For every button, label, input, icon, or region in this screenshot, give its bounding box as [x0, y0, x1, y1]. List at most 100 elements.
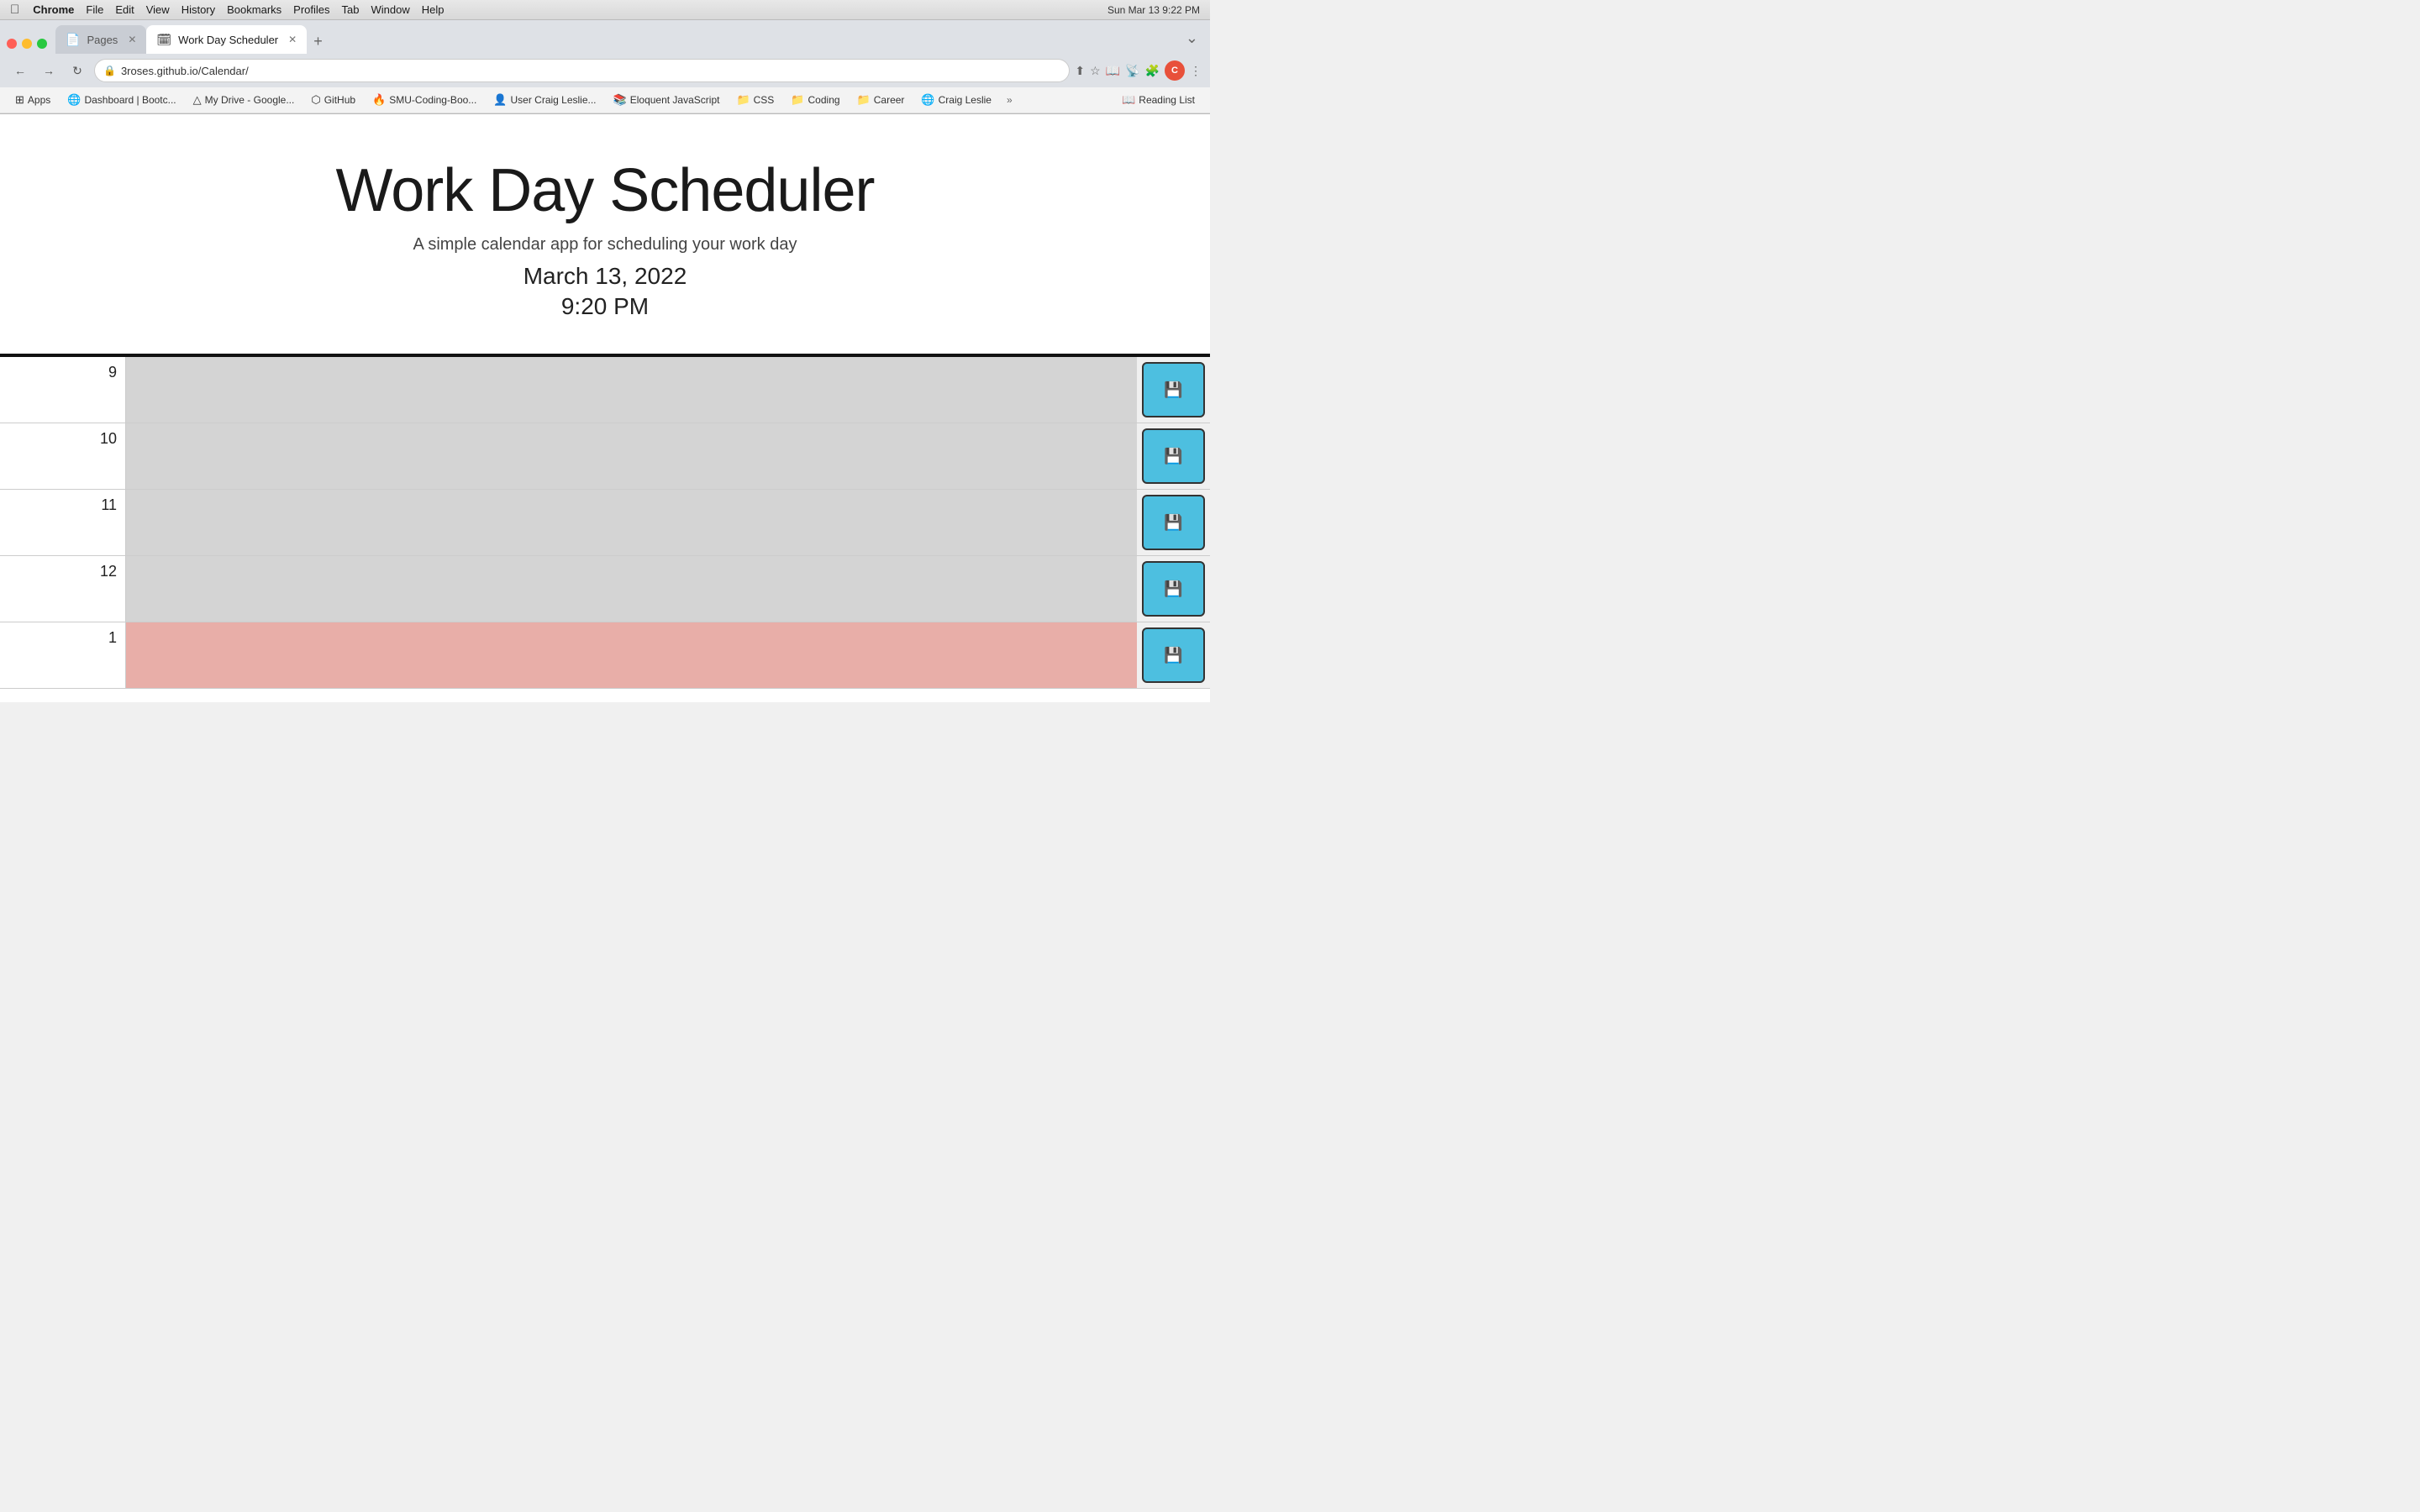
reading-list-button[interactable]: 📖 Reading List — [1115, 91, 1202, 109]
save-icon-1: 💾 — [1164, 647, 1182, 664]
reload-button[interactable]: ↻ — [66, 59, 89, 82]
hour-label-1: 1 — [0, 622, 126, 688]
career-folder-icon: 📁 — [857, 93, 871, 107]
app-date: March 13, 2022 — [17, 263, 1193, 290]
bookmarks-more-button[interactable]: » — [1002, 92, 1018, 108]
chrome-browser: 📄 Pages ✕ 🗓 Work Day Scheduler ✕ + ⌄ ← →… — [0, 20, 1210, 114]
schedule-row-9: 9 💾 — [0, 357, 1210, 423]
bookmark-craig-leslie[interactable]: 🌐 Craig Leslie — [914, 91, 998, 109]
bookmark-dashboard[interactable]: 🌐 Dashboard | Bootc... — [60, 91, 182, 109]
save-button-11[interactable]: 💾 — [1142, 495, 1205, 550]
bookmark-eloquent[interactable]: 📚 Eloquent JavaScript — [607, 91, 727, 109]
schedule-row-12: 12 💾 — [0, 556, 1210, 622]
time-block-11[interactable] — [126, 490, 1137, 555]
bookmark-apps-label: Apps — [28, 94, 50, 106]
window-close-button[interactable] — [7, 39, 17, 49]
time-block-1[interactable] — [126, 622, 1137, 688]
menu-help[interactable]: Help — [422, 3, 445, 16]
menu-history[interactable]: History — [182, 3, 215, 16]
craig-leslie-icon: 🌐 — [921, 93, 934, 107]
coding-folder-icon: 📁 — [791, 93, 804, 107]
back-button[interactable]: ← — [8, 59, 32, 82]
bookmark-star-icon[interactable]: ☆ — [1090, 64, 1101, 78]
reading-list-icon: 📖 — [1122, 93, 1135, 107]
schedule-row-11: 11 💾 — [0, 490, 1210, 556]
tab-pages[interactable]: 📄 Pages ✕ — [55, 25, 146, 54]
new-tab-button[interactable]: + — [307, 29, 329, 54]
tab-scheduler[interactable]: 🗓 Work Day Scheduler ✕ — [146, 25, 307, 54]
bookmark-coding[interactable]: 📁 Coding — [784, 91, 846, 109]
scheduler: 9 💾 10 💾 11 💾 12 💾 — [0, 357, 1210, 689]
save-button-1[interactable]: 💾 — [1142, 627, 1205, 683]
bookmark-eloquent-label: Eloquent JavaScript — [630, 94, 720, 106]
bookmark-coding-label: Coding — [808, 94, 840, 106]
window-minimize-button[interactable] — [22, 39, 32, 49]
menu-profiles[interactable]: Profiles — [293, 3, 329, 16]
time-block-10[interactable] — [126, 423, 1137, 489]
eloquent-icon: 📚 — [613, 93, 627, 107]
pages-tab-close[interactable]: ✕ — [128, 34, 136, 45]
bookmark-apps[interactable]: ⊞ Apps — [8, 91, 57, 109]
user-craig-icon: 👤 — [493, 93, 507, 107]
menu-file[interactable]: File — [86, 3, 103, 16]
menu-chrome[interactable]: Chrome — [33, 3, 74, 16]
menu-bookmarks[interactable]: Bookmarks — [227, 3, 281, 16]
scheduler-tab-close[interactable]: ✕ — [288, 34, 297, 45]
apple-logo[interactable]:  — [10, 3, 19, 17]
address-bar[interactable]: 🔒 3roses.github.io/Calendar/ — [94, 59, 1070, 82]
window-maximize-button[interactable] — [37, 39, 47, 49]
forward-button[interactable]: → — [37, 59, 60, 82]
hour-label-11: 11 — [0, 490, 126, 555]
save-icon-10: 💾 — [1164, 448, 1182, 465]
apps-icon: ⊞ — [15, 93, 24, 107]
bookmark-craig-leslie-label: Craig Leslie — [939, 94, 992, 106]
bookmark-github[interactable]: ⬡ GitHub — [304, 91, 362, 109]
time-block-9[interactable] — [126, 357, 1137, 423]
app-title: Work Day Scheduler — [17, 156, 1193, 225]
reader-icon[interactable]: 📖 — [1106, 64, 1120, 78]
menu-view[interactable]: View — [146, 3, 170, 16]
browser-content: Work Day Scheduler A simple calendar app… — [0, 114, 1210, 702]
lock-icon: 🔒 — [103, 65, 116, 76]
address-bar-row: ← → ↻ 🔒 3roses.github.io/Calendar/ ⬆ ☆ 📖… — [0, 54, 1210, 87]
extensions-icon[interactable]: 🧩 — [1145, 64, 1160, 78]
titlebar:  Chrome File Edit View History Bookmark… — [0, 0, 1210, 20]
bookmark-github-label: GitHub — [324, 94, 355, 106]
bookmark-user-craig[interactable]: 👤 User Craig Leslie... — [487, 91, 602, 109]
system-time: Sun Mar 13 9:22 PM — [1107, 4, 1200, 16]
github-icon: ⬡ — [311, 93, 320, 107]
bookmark-drive-label: My Drive - Google... — [205, 94, 295, 106]
bookmark-drive[interactable]: △ My Drive - Google... — [187, 91, 302, 109]
drive-icon: △ — [193, 93, 202, 107]
save-button-9[interactable]: 💾 — [1142, 362, 1205, 417]
bookmark-career[interactable]: 📁 Career — [850, 91, 912, 109]
cast-icon[interactable]: 📡 — [1125, 64, 1139, 78]
menu-tab[interactable]: Tab — [342, 3, 360, 16]
save-button-12[interactable]: 💾 — [1142, 561, 1205, 617]
schedule-row-10: 10 💾 — [0, 423, 1210, 490]
bookmark-career-label: Career — [874, 94, 905, 106]
url-text: 3roses.github.io/Calendar/ — [121, 65, 249, 77]
app-header: Work Day Scheduler A simple calendar app… — [0, 114, 1210, 357]
share-icon[interactable]: ⬆ — [1075, 64, 1085, 78]
reading-list-label: Reading List — [1139, 94, 1195, 106]
bookmark-css-label: CSS — [754, 94, 775, 106]
time-block-12[interactable] — [126, 556, 1137, 622]
menu-dots-icon[interactable]: ⋮ — [1190, 64, 1202, 78]
css-folder-icon: 📁 — [736, 93, 750, 107]
dashboard-icon: 🌐 — [67, 93, 81, 107]
menu-window[interactable]: Window — [371, 3, 410, 16]
hour-label-12: 12 — [0, 556, 126, 622]
menu-bar: Chrome File Edit View History Bookmarks … — [33, 3, 444, 16]
bookmark-smu[interactable]: 🔥 SMU-Coding-Boo... — [366, 91, 483, 109]
pages-tab-icon: 📄 — [66, 33, 80, 47]
tab-list-icon[interactable]: ⌄ — [1181, 26, 1203, 50]
menu-edit[interactable]: Edit — [115, 3, 134, 16]
app-subtitle: A simple calendar app for scheduling you… — [17, 235, 1193, 255]
smu-icon: 🔥 — [372, 93, 386, 107]
toolbar-icons: ⬆ ☆ 📖 📡 🧩 C ⋮ — [1075, 60, 1202, 81]
titlebar-left:  Chrome File Edit View History Bookmark… — [10, 3, 445, 17]
bookmark-css[interactable]: 📁 CSS — [729, 91, 781, 109]
profile-avatar[interactable]: C — [1165, 60, 1185, 81]
save-button-10[interactable]: 💾 — [1142, 428, 1205, 484]
